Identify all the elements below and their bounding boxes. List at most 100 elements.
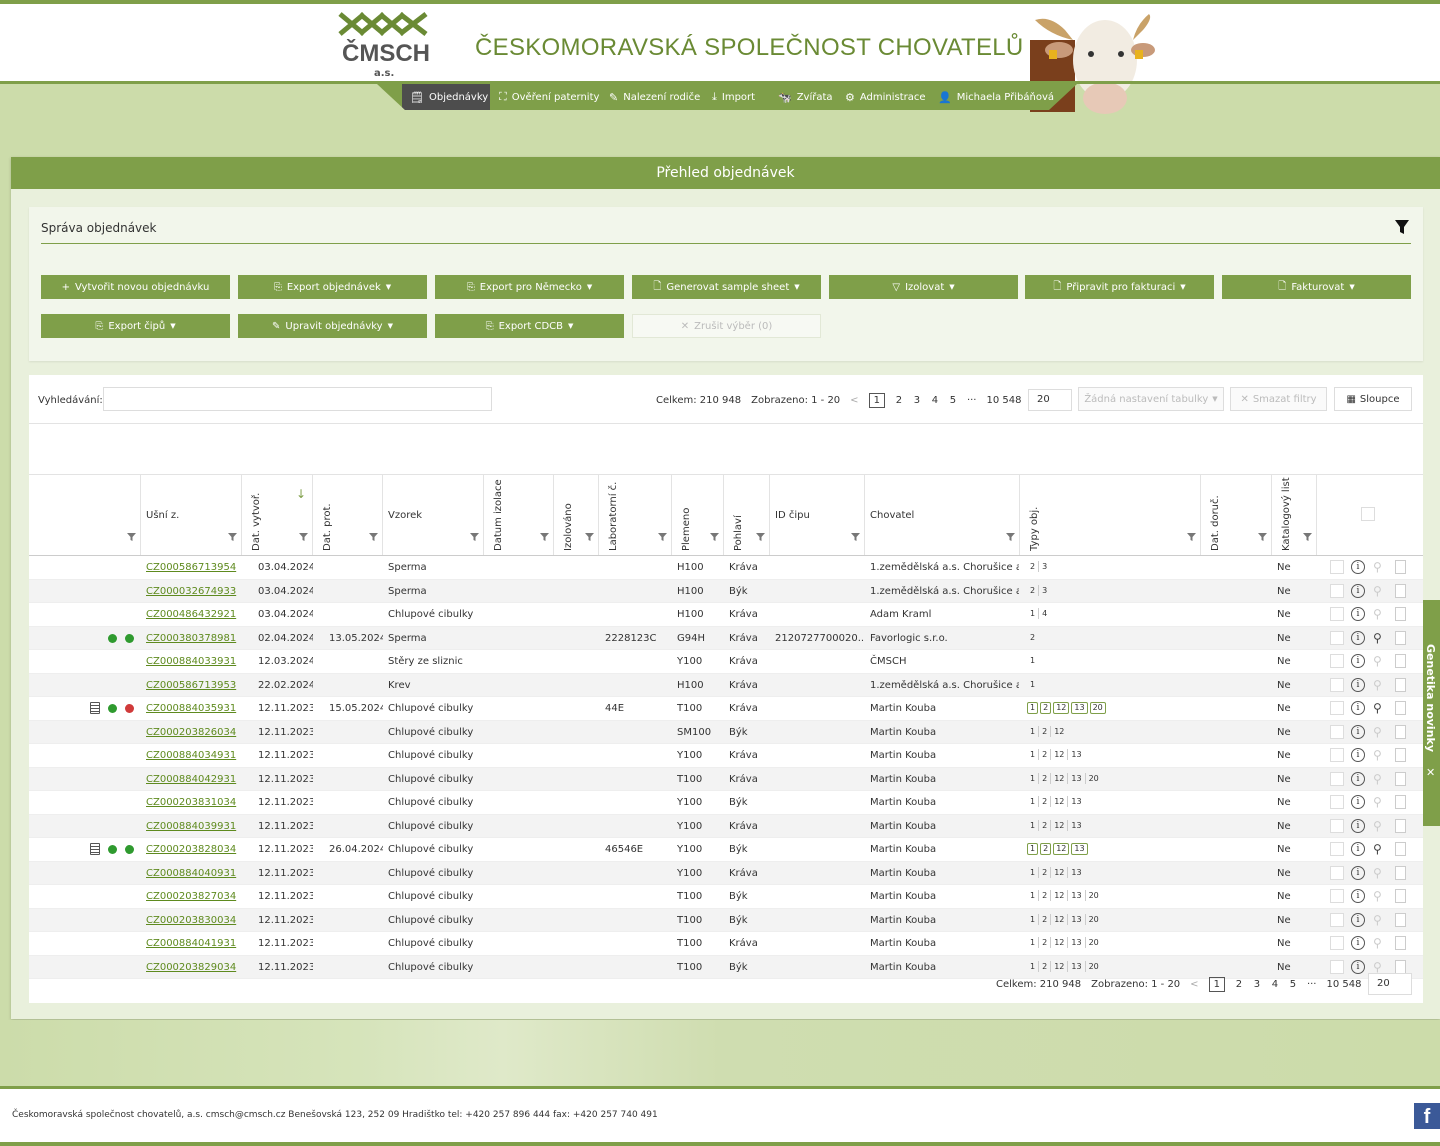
table-settings-dropdown[interactable]: Žádná nastavení tabulky ▼ (1078, 387, 1224, 411)
mgmt-button-5[interactable]: 🗋 Připravit pro fakturaci ▼ (1025, 275, 1214, 299)
table-row[interactable]: CZ000203828034 12.11.2023 26.04.2024 Chlupo… (29, 838, 1423, 862)
pedigree-branch-icon[interactable]: ⚲ (1373, 584, 1382, 598)
row-checkbox[interactable] (1330, 818, 1344, 833)
nav-item-paternity[interactable]: ⛶ Ověření paternity (499, 84, 599, 110)
mgmt-button-4[interactable]: ▽ Izolovat ▼ (829, 275, 1018, 299)
filter-icon[interactable] (228, 532, 237, 541)
pedigree-branch-icon[interactable]: ⚲ (1373, 772, 1382, 786)
ear-tag-link[interactable]: CZ000203831034 (146, 791, 241, 814)
pedigree-branch-icon[interactable]: ⚲ (1373, 936, 1382, 950)
ear-tag-link[interactable]: CZ000884041931 (146, 932, 241, 955)
file-icon[interactable] (1395, 771, 1406, 786)
last-page-button[interactable]: 10 548 (1326, 979, 1361, 990)
table-row[interactable]: CZ000884042931 12.11.2023 Chlupové cibulky… (29, 767, 1423, 791)
pedigree-branch-icon[interactable]: ⚲ (1373, 842, 1382, 856)
table-row[interactable]: CZ000884033931 12.03.2024 Stěry ze sliznic… (29, 650, 1423, 674)
ear-tag-link[interactable]: CZ000203826034 (146, 721, 241, 744)
page-2-button[interactable]: 2 (895, 395, 903, 406)
info-icon[interactable]: i (1351, 724, 1365, 739)
info-icon[interactable]: i (1351, 560, 1365, 574)
pedigree-branch-icon[interactable]: ⚲ (1373, 607, 1382, 621)
filter-icon[interactable] (585, 532, 594, 541)
row-checkbox[interactable] (1330, 654, 1344, 668)
prev-page-button[interactable]: < (1190, 979, 1198, 990)
column-header-lab[interactable]: Laboratorní č. (599, 475, 672, 555)
file-icon[interactable] (1395, 936, 1406, 950)
column-header-iso_date[interactable]: Datum izolace (484, 475, 554, 555)
column-header-catalog[interactable]: Katalogový list (1272, 475, 1317, 555)
info-icon[interactable]: i (1351, 912, 1365, 927)
per-page-select-bottom[interactable]: 20 (1368, 973, 1412, 995)
row-checkbox[interactable] (1330, 724, 1344, 739)
page-3-button[interactable]: 3 (913, 395, 921, 406)
filter-icon[interactable] (540, 532, 549, 541)
table-row[interactable]: CZ000586713953 22.02.2024 Krev H100 Kráva 1.z… (29, 673, 1423, 697)
file-icon[interactable] (1395, 818, 1406, 833)
filter-icon[interactable] (369, 532, 378, 541)
info-icon[interactable]: i (1351, 865, 1365, 880)
filter-icon[interactable] (756, 532, 765, 541)
mgmt-button-0[interactable]: + Vytvořit novou objednávku (41, 275, 230, 299)
ear-tag-link[interactable]: CZ000032674933 (146, 580, 241, 603)
info-icon[interactable]: i (1351, 818, 1365, 833)
pedigree-branch-icon[interactable]: ⚲ (1373, 701, 1382, 715)
ear-tag-link[interactable]: CZ000586713954 (146, 556, 241, 579)
pedigree-branch-icon[interactable]: ⚲ (1373, 678, 1382, 692)
table-row[interactable]: CZ000032674933 03.04.2024 Sperma H100 Býk 1.z… (29, 579, 1423, 603)
row-checkbox[interactable] (1330, 889, 1344, 903)
page-5-button[interactable]: 5 (949, 395, 957, 406)
page-5-button[interactable]: 5 (1289, 979, 1297, 990)
file-icon[interactable] (1395, 842, 1406, 856)
table-row[interactable]: CZ000380378981 02.04.2024 13.05.2024 Sperma… (29, 626, 1423, 650)
info-icon[interactable]: i (1351, 936, 1365, 950)
ear-tag-link[interactable]: CZ000203830034 (146, 909, 241, 932)
row-checkbox[interactable] (1330, 912, 1344, 927)
ear-tag-link[interactable]: CZ000884039931 (146, 815, 241, 838)
filter-icon[interactable] (1303, 532, 1312, 541)
filter-icon[interactable] (710, 532, 719, 541)
page-1-button[interactable]: 1 (868, 393, 885, 408)
column-header-breed[interactable]: Plemeno (672, 475, 724, 555)
ear-tag-link[interactable]: CZ000203829034 (146, 956, 241, 979)
prev-page-button[interactable]: < (850, 395, 858, 406)
pedigree-branch-icon[interactable]: ⚲ (1373, 560, 1382, 574)
nav-item-orders[interactable]: 🗒 Objednávky (402, 84, 490, 110)
mgmt-button-row2-2[interactable]: ⎘ Export CDCB ▼ (435, 314, 624, 338)
clear-filters-button[interactable]: ✕ Smazat filtry (1230, 387, 1327, 411)
select-all-checkbox[interactable] (1361, 507, 1375, 521)
info-icon[interactable]: i (1351, 630, 1365, 645)
table-row[interactable]: CZ000884034931 12.11.2023 Chlupové cibulky… (29, 744, 1423, 768)
row-checkbox[interactable] (1330, 936, 1344, 950)
info-icon[interactable]: i (1351, 677, 1365, 692)
mgmt-button-2[interactable]: ⎘ Export pro Německo ▼ (435, 275, 624, 299)
document-icon[interactable] (90, 843, 100, 855)
info-icon[interactable]: i (1351, 771, 1365, 786)
column-header-types[interactable]: Typy obj. (1020, 475, 1201, 555)
file-icon[interactable] (1395, 630, 1406, 645)
page-3-button[interactable]: 3 (1253, 979, 1261, 990)
row-checkbox[interactable] (1330, 701, 1344, 715)
columns-button[interactable]: ▦ Sloupce (1334, 387, 1412, 411)
row-checkbox[interactable] (1330, 748, 1344, 762)
filter-icon[interactable] (299, 532, 308, 541)
column-header-prot[interactable]: Dat. prot. (313, 475, 383, 555)
ear-tag-link[interactable]: CZ000203827034 (146, 885, 241, 908)
row-checkbox[interactable] (1330, 795, 1344, 809)
file-icon[interactable] (1395, 912, 1406, 927)
file-icon[interactable] (1395, 865, 1406, 880)
mgmt-button-row2-1[interactable]: ✎ Upravit objednávky ▼ (238, 314, 427, 338)
filter-icon[interactable] (1258, 532, 1267, 541)
table-row[interactable]: CZ000884040931 12.11.2023 Chlupové cibulky… (29, 861, 1423, 885)
info-icon[interactable]: i (1351, 701, 1365, 715)
filter-icon[interactable] (658, 532, 667, 541)
row-checkbox[interactable] (1330, 865, 1344, 880)
column-header-sample[interactable]: Vzorek (383, 475, 484, 555)
table-row[interactable]: CZ000884035931 12.11.2023 15.05.2024 Chlupo… (29, 697, 1423, 721)
file-icon[interactable] (1395, 724, 1406, 739)
pedigree-branch-icon[interactable]: ⚲ (1373, 819, 1382, 833)
file-icon[interactable] (1395, 959, 1406, 974)
row-checkbox[interactable] (1330, 583, 1344, 598)
file-icon[interactable] (1395, 583, 1406, 598)
pedigree-branch-icon[interactable]: ⚲ (1373, 654, 1382, 668)
table-row[interactable]: CZ000203827034 12.11.2023 Chlupové cibulky… (29, 885, 1423, 909)
